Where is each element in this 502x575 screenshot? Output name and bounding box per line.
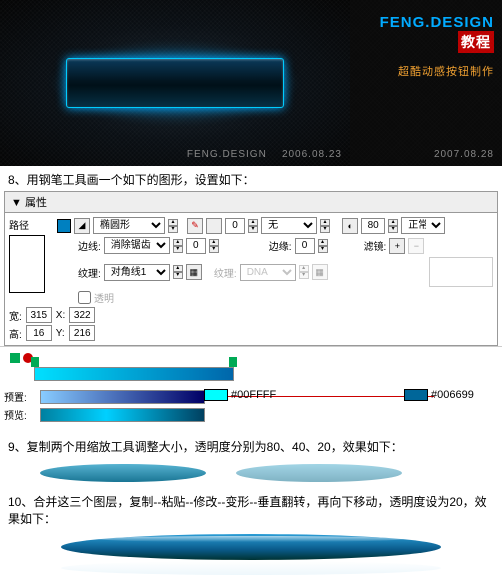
blend-select[interactable]: 正常 [401,217,445,234]
color-chip-1[interactable] [204,389,228,401]
step-8: 8、用钢笔工具画一个如下的图形，设置如下： [0,166,502,191]
width-input[interactable] [26,307,52,323]
edge-amount[interactable] [186,238,206,254]
step-10: 10、合并这三个图层，复制--粘贴--修改--变形--垂直翻转，再向下移动，透明… [0,488,502,530]
color-chip-2[interactable] [404,389,428,401]
fill-type-icon[interactable]: ◢ [74,218,90,234]
gradient-track[interactable] [34,367,234,381]
opacity-spinner[interactable]: ▴▾ [388,219,398,233]
stroke-style[interactable]: 无 [261,217,317,234]
edge-select[interactable]: 消除锯齿 [104,237,170,254]
color-hex-1: #00FFFF [231,389,276,401]
path-thumbnail[interactable] [9,235,45,293]
pencil-icon[interactable]: ✎ [187,218,203,234]
opacity-input[interactable] [361,218,385,234]
gradient-stop-right[interactable] [229,357,237,367]
preview-gradient [40,408,205,422]
transparent-checkbox[interactable] [78,291,91,304]
path-label: 路径 [9,221,29,232]
footer-date-left: 2006.08.23 [282,149,342,160]
banner-left: FENG.DESIGN 2006.08.23 [0,0,350,166]
preset-gradient[interactable] [40,390,205,404]
fill-swatch[interactable] [57,219,71,233]
edge-label: 边线: [78,238,101,253]
opacity-icon[interactable]: ◐ [342,218,358,234]
filter-label: 滤镜: [364,238,387,253]
shape-select[interactable]: 椭圆形 [93,217,165,234]
merged-ellipse [61,534,441,560]
gradient-panel: 预置: #00FFFF #006699 预览: [0,346,502,433]
ellipse-preview-2 [236,464,402,482]
height-label: 高: [9,326,22,341]
glow-button-preview [66,58,284,108]
stroke-swatch[interactable] [206,218,222,234]
stroke-width[interactable] [225,218,245,234]
step-9: 9、复制两个用缩放工具调整大小，透明度分别为80、40、20，效果如下： [0,433,502,458]
properties-panel: ▼ 属性 路径 宽: X: 高: Y: ◢ 椭圆形 ▴▾ [4,191,498,346]
edge2-input[interactable] [295,238,315,254]
transparent-label: 透明 [94,290,114,305]
panel-title: ▼ 属性 [5,192,497,213]
width-label: 宽: [9,308,22,323]
pattern-select: DNA [240,264,296,281]
texture-select[interactable]: 对角线1 [104,264,170,281]
lock-icon [10,353,20,363]
banner-right: FENG.DESIGN 教程 超酷动感按钮制作 2007.08.28 [350,0,502,166]
preset-label: 预置: [4,389,36,404]
edge2-label: 边缘: [269,238,292,253]
filter-list[interactable] [429,257,493,287]
shape-spinner[interactable]: ▴▾ [168,219,178,233]
pattern-label: 纹理: [214,265,237,280]
ellipse-preview-1 [40,464,206,482]
remove-filter-icon[interactable]: − [408,238,424,254]
color-hex-2: #006699 [431,389,474,401]
stroke-style-spinner[interactable]: ▴▾ [320,219,330,233]
height-input[interactable] [26,325,52,341]
footer-date-right: 2007.08.28 [434,149,494,160]
texture-edit-icon[interactable]: ▦ [186,264,202,280]
preview-label: 预览: [4,407,36,422]
texture-label: 纹理: [78,265,101,280]
add-filter-icon[interactable]: + [389,238,405,254]
footer-brand: FENG.DESIGN [187,149,267,160]
gradient-stop-left[interactable] [31,357,39,367]
pattern-edit-icon: ▦ [312,264,328,280]
stroke-spinner[interactable]: ▴▾ [248,219,258,233]
